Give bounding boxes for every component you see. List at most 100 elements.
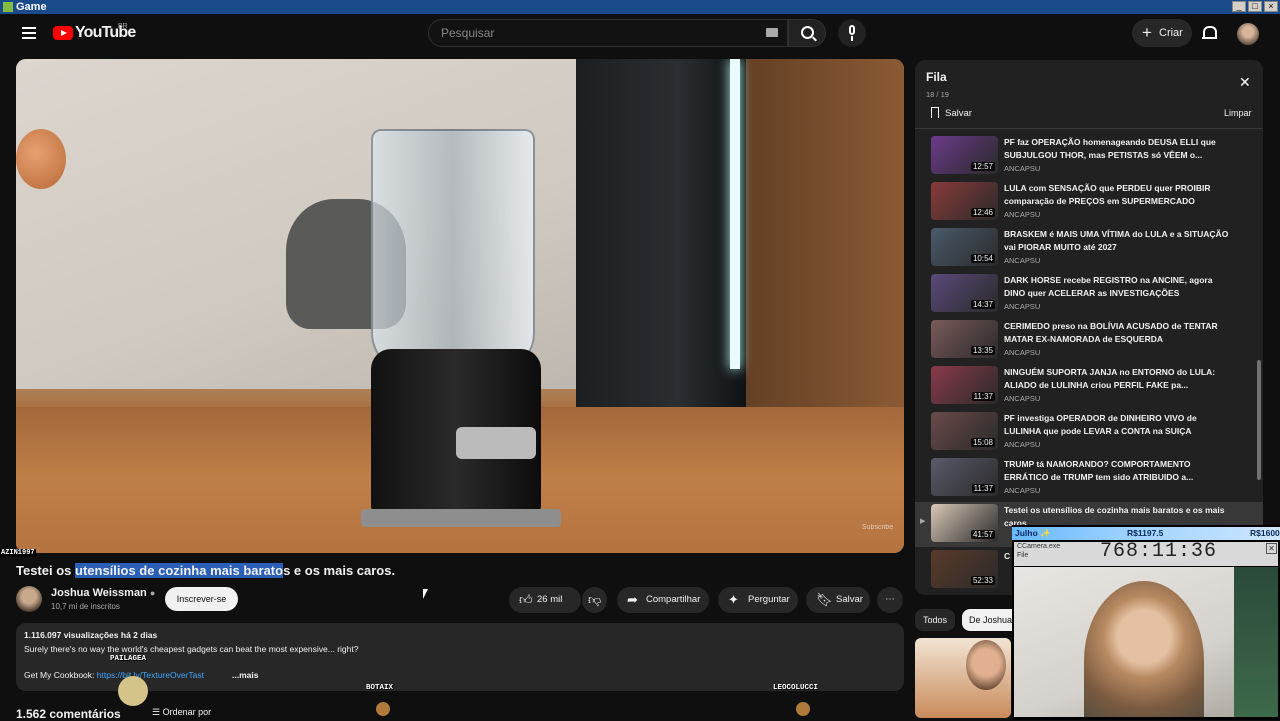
bookmark-icon: 🔖︎ xyxy=(816,592,833,607)
sort-comments-button[interactable]: ☰ Ordenar por xyxy=(152,707,211,718)
queue-item-thumbnail[interactable]: 11:37 xyxy=(931,366,998,404)
duration-badge: 15:08 xyxy=(970,438,995,447)
queue-scrollbar[interactable] xyxy=(1257,360,1261,480)
queue-panel: Fila 18 / 19 ✕ Salvar Limpar 12:57 PF faz… xyxy=(915,60,1263,595)
queue-position: 18 / 19 xyxy=(926,90,949,99)
channel-name[interactable]: Joshua Weissman ● xyxy=(51,587,155,599)
duration-badge: 41:57 xyxy=(970,530,995,539)
save-button[interactable]: 🔖︎ Salvar xyxy=(806,587,870,613)
queue-item-thumbnail[interactable]: 41:57 xyxy=(931,504,998,542)
window-title: Game xyxy=(16,1,47,13)
views-and-date: 1.116.097 visualizações há 2 dias xyxy=(24,630,158,640)
duration-badge: 10:54 xyxy=(970,254,995,263)
duration-badge: 14:37 xyxy=(970,300,995,309)
queue-item[interactable]: 15:08 PF investiga OPERADOR de DINHEIRO V… xyxy=(915,410,1263,455)
queue-save-button[interactable]: Salvar xyxy=(931,107,972,119)
bookmark-icon xyxy=(931,107,939,118)
donation-user: Julho ✨ xyxy=(1015,528,1051,538)
dislike-button[interactable]: 👎︎ xyxy=(582,587,607,613)
voice-search-icon[interactable] xyxy=(838,19,866,47)
menu-icon[interactable] xyxy=(22,27,36,39)
camera-app-bar: CCamera.exe File 768:11:36 ✕ xyxy=(1014,540,1278,566)
queue-item-thumbnail[interactable]: 10:54 xyxy=(931,228,998,266)
queue-item[interactable]: 11:37 TRUMP tá NAMORANDO? COMPORTAMENTO E… xyxy=(915,456,1263,501)
overlay-avatar-2 xyxy=(376,702,390,716)
create-label: Criar xyxy=(1159,27,1183,39)
queue-item-title: CERIMEDO preso na BOLÍVIA ACUSADO de TEN… xyxy=(1004,321,1218,344)
share-label: Compartilhar xyxy=(646,594,701,605)
show-more-link[interactable]: ...mais xyxy=(232,670,258,680)
video-frame-blender-jar xyxy=(371,129,535,373)
search-input[interactable] xyxy=(439,25,763,41)
description-box[interactable]: 1.116.097 visualizações há 2 dias Surely… xyxy=(16,623,904,691)
create-button[interactable]: + Criar xyxy=(1132,19,1192,47)
donation-bar: Julho ✨ R$1197.5 R$1600 xyxy=(1012,527,1280,540)
overlay-duck-avatar xyxy=(118,676,148,706)
top-header: YouTube BR + Criar xyxy=(0,14,1280,54)
save-label: Salvar xyxy=(836,594,863,605)
queue-item-thumbnail[interactable]: 12:46 xyxy=(931,182,998,220)
more-actions-button[interactable]: ⋯ xyxy=(877,587,903,613)
maximize-button[interactable]: □ xyxy=(1248,1,1262,12)
cookbook-link[interactable]: https://bit.ly/TextureOverTast xyxy=(97,670,204,680)
search-icon xyxy=(801,26,814,39)
queue-item[interactable]: 12:46 LULA com SENSAÇÃO que PERDEU quer P… xyxy=(915,180,1263,225)
stream-overlay: Julho ✨ R$1197.5 R$1600 CCamera.exe File… xyxy=(1012,525,1280,720)
subscriber-count: 10,7 mi de inscritos xyxy=(51,602,120,611)
webcam-person xyxy=(1084,581,1204,717)
video-frame-fridge xyxy=(576,59,746,439)
queue-item-title: PF faz OPERAÇÃO homenageando DEUSA ELLI … xyxy=(1004,137,1216,160)
youtube-logo-icon[interactable] xyxy=(53,26,73,40)
video-title: Testei os utensílios de cozinha mais bar… xyxy=(16,563,395,578)
chip-all[interactable]: Todos xyxy=(915,609,955,631)
queue-item[interactable]: 12:57 PF faz OPERAÇÃO homenageando DEUSA … xyxy=(915,134,1263,179)
queue-item[interactable]: 14:37 DARK HORSE recebe REGISTRO na ANCIN… xyxy=(915,272,1263,317)
share-arrow-icon: ➦ xyxy=(627,592,638,607)
comments-count: 1.562 comentários xyxy=(16,707,121,721)
notifications-bell-icon[interactable] xyxy=(1202,26,1217,40)
queue-item-thumbnail[interactable]: 14:37 xyxy=(931,274,998,312)
queue-item[interactable]: 10:54 BRASKEM é MAIS UMA VÍTIMA do LULA e… xyxy=(915,226,1263,271)
queue-item[interactable]: 13:35 CERIMEDO preso na BOLÍVIA ACUSADO d… xyxy=(915,318,1263,363)
plus-icon: + xyxy=(1142,23,1152,42)
queue-item-title: PF investiga OPERADOR de DINHEIRO VIVO d… xyxy=(1004,413,1197,436)
like-button[interactable]: 👍︎ 26 mil xyxy=(509,587,581,613)
search-button[interactable] xyxy=(788,19,826,47)
channel-name-text: Joshua Weissman xyxy=(51,587,147,599)
queue-item-thumbnail[interactable]: 13:35 xyxy=(931,320,998,358)
queue-item-thumbnail[interactable]: 52:33 xyxy=(931,550,998,588)
recommended-thumbnail-face xyxy=(966,640,1006,690)
queue-item-channel: ANCAPSU xyxy=(1004,486,1041,495)
close-queue-icon[interactable]: ✕ xyxy=(1239,74,1251,91)
camera-app-menu[interactable]: File xyxy=(1017,552,1028,559)
description-cookbook-line: Get My Cookbook: https://bit.ly/TextureO… xyxy=(24,670,204,680)
video-player[interactable]: Subscribe xyxy=(16,59,904,553)
minimize-button[interactable]: _ xyxy=(1232,1,1246,12)
search-box[interactable] xyxy=(428,19,788,47)
ask-button[interactable]: ✦ Perguntar xyxy=(718,587,798,613)
overlay-avatar-3 xyxy=(796,702,810,716)
queue-save-label: Salvar xyxy=(945,108,972,119)
region-code: BR xyxy=(118,23,128,30)
like-count: 26 mil xyxy=(537,594,563,605)
queue-item-title: NINGUÉM SUPORTA JANJA no ENTORNO do LULA… xyxy=(1004,367,1216,390)
queue-item-thumbnail[interactable]: 12:57 xyxy=(931,136,998,174)
queue-clear-button[interactable]: Limpar xyxy=(1224,108,1252,118)
user-avatar[interactable] xyxy=(1237,23,1259,45)
keyboard-icon[interactable] xyxy=(766,28,778,37)
channel-avatar[interactable] xyxy=(16,586,42,612)
camera-close-icon[interactable]: ✕ xyxy=(1266,543,1277,554)
webcam-feed xyxy=(1014,567,1278,717)
share-button[interactable]: ➦ Compartilhar xyxy=(617,587,709,613)
subscribe-button[interactable]: Inscrever-se xyxy=(165,587,238,611)
window-titlebar: Game _ □ × xyxy=(0,0,1280,14)
queue-item-channel: ANCAPSU xyxy=(1004,302,1041,311)
app-icon xyxy=(3,2,13,12)
queue-item[interactable]: 11:37 NINGUÉM SUPORTA JANJA no ENTORNO do… xyxy=(915,364,1263,409)
queue-item-thumbnail[interactable]: 15:08 xyxy=(931,412,998,450)
queue-item-thumbnail[interactable]: 11:37 xyxy=(931,458,998,496)
queue-divider xyxy=(915,128,1263,129)
overlay-nick-3: LEOCOLUCCI xyxy=(773,684,819,692)
sort-label: Ordenar por xyxy=(162,707,212,717)
close-window-button[interactable]: × xyxy=(1264,1,1278,12)
